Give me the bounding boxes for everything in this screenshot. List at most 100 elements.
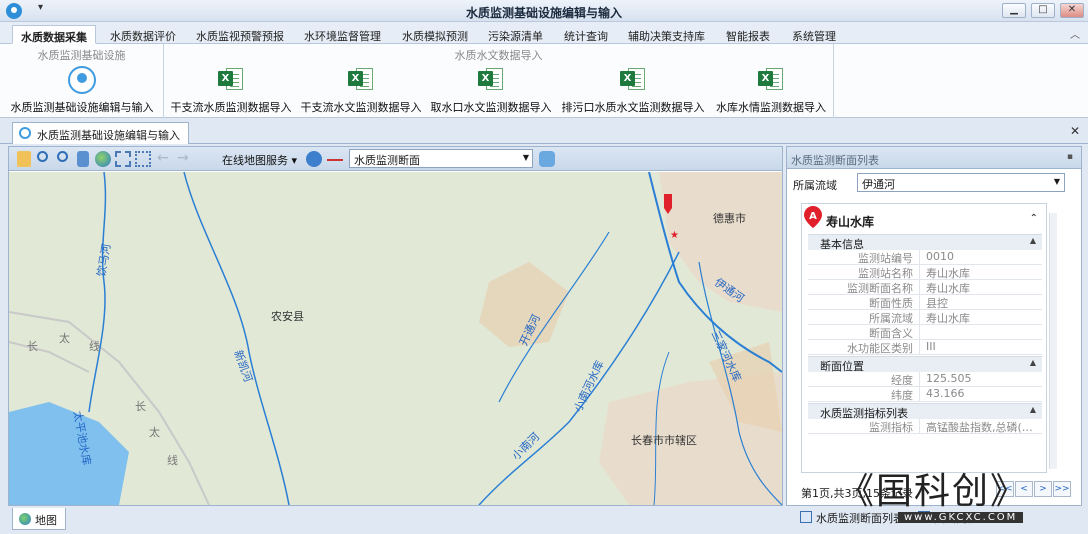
- ribbon-group-title: 水质水文数据导入: [454, 49, 543, 62]
- ribbon-group-infrastructure: 水质监测基础设施 水质监测基础设施编辑与输入: [0, 44, 164, 118]
- button-label: 水质监测基础设施编辑与输入: [10, 101, 154, 114]
- import-reservoir-button[interactable]: X 水库水情监测数据导入: [712, 64, 830, 116]
- map-svg: ★: [9, 172, 782, 505]
- watermark-text: 《国科创》: [838, 471, 1029, 512]
- document-tab[interactable]: 水质监测基础设施编辑与输入: [12, 122, 189, 144]
- full-extent-globe-icon[interactable]: [95, 151, 111, 167]
- place-label: 农安县: [271, 310, 304, 323]
- info-row: 监测断面名称 寿山水库: [808, 280, 1042, 295]
- info-row: 监测站名称 寿山水库: [808, 265, 1042, 280]
- layer-select[interactable]: 水质监测断面 ▼: [349, 149, 533, 168]
- infrastructure-edit-button[interactable]: 水质监测基础设施编辑与输入: [4, 64, 160, 116]
- excel-icon: X: [620, 66, 646, 92]
- close-button[interactable]: ✕: [1060, 3, 1084, 18]
- back-arrow-icon[interactable]: ←: [157, 151, 173, 167]
- station-title: 寿山水库: [826, 215, 875, 229]
- menu-bar: 水质数据采集 水质数据评价 水质监视预警预报 水环境监督管理 水质模拟预测 污染…: [0, 22, 1088, 44]
- place-label: 长春市市辖区: [631, 434, 697, 447]
- excel-icon: X: [758, 66, 784, 92]
- forward-arrow-icon[interactable]: →: [177, 151, 193, 167]
- zoom-out-icon[interactable]: [57, 151, 68, 162]
- button-label: 干支流水文监测数据导入: [300, 101, 422, 114]
- zoom-extent-icon[interactable]: [115, 151, 131, 167]
- window-title: 水质监测基础设施编辑与输入: [465, 6, 622, 20]
- tab-water-simulation[interactable]: 水质模拟预测: [394, 25, 476, 44]
- close-document-icon[interactable]: ✕: [1070, 124, 1080, 138]
- document-tab-label: 水质监测基础设施编辑与输入: [37, 129, 180, 142]
- road-label: 太: [59, 332, 70, 345]
- tab-pollution-list[interactable]: 污染源清单: [480, 25, 551, 44]
- measure-icon[interactable]: [327, 151, 343, 161]
- station-card: A 寿山水库 ⌃ 基本信息 ▲ 监测站编号 0010 监测站名称 寿山水库 监测断面…: [801, 203, 1047, 473]
- map-pin-icon: [19, 127, 31, 139]
- chevron-up-icon: ▲: [1029, 405, 1036, 414]
- pan-hand-icon[interactable]: [17, 151, 31, 167]
- map-panel: ← → 在线地图服务 ▾ 水质监测断面 ▼ ★ 德惠市 农安县 长春市市辖区 长…: [8, 146, 783, 506]
- tab-water-data-collection[interactable]: 水质数据采集: [12, 25, 96, 44]
- collapse-icon[interactable]: ⌃: [1030, 213, 1038, 224]
- section-indicators[interactable]: 水质监测指标列表 ▲: [808, 403, 1042, 420]
- map-canvas[interactable]: ★ 德惠市 农安县 长春市市辖区 长 太 线 长 太 线 饮马河 新凯河 伊通河…: [9, 172, 782, 505]
- layer-select-value: 水质监测断面: [354, 154, 420, 167]
- chevron-down-icon: ▼: [522, 153, 529, 162]
- maximize-button[interactable]: □: [1031, 3, 1055, 18]
- watermark-url: www.GKCXC.COM: [898, 512, 1024, 523]
- tab-water-evaluation[interactable]: 水质数据评价: [102, 25, 184, 44]
- tab-smart-report[interactable]: 智能报表: [718, 25, 778, 44]
- ribbon-group-title: 水质监测基础设施: [37, 49, 126, 62]
- zoom-in-icon[interactable]: [37, 151, 48, 162]
- title-bar: ▾ 水质监测基础设施编辑与输入 ▁ □ ✕: [0, 0, 1088, 22]
- add-layer-icon[interactable]: [539, 151, 555, 167]
- fullscreen-icon[interactable]: [135, 151, 151, 167]
- list-icon: [800, 511, 812, 523]
- section-position[interactable]: 断面位置 ▲: [808, 356, 1042, 373]
- pin-icon[interactable]: ▪: [1067, 152, 1073, 162]
- section-list-panel: 水质监测断面列表 ▪ 所属流域 伊通河 ▼ A 寿山水库 ⌃ 基本信息 ▲ 监测…: [786, 146, 1082, 506]
- info-row: 水功能区类别 III: [808, 340, 1042, 355]
- import-outfall-monitoring-button[interactable]: X 排污口水质水文监测数据导入: [560, 64, 706, 116]
- road-label: 线: [167, 454, 178, 467]
- map-pin-icon: [68, 66, 96, 94]
- online-map-service-dropdown[interactable]: 在线地图服务 ▾: [222, 152, 297, 168]
- road-label: 太: [149, 426, 160, 439]
- excel-icon: X: [218, 66, 244, 92]
- info-row: 所属流域 寿山水库: [808, 310, 1042, 325]
- ribbon-group-data-import: 水质水文数据导入 X 干支流水质监测数据导入 X 干支流水文监测数据导入 X 取…: [164, 44, 834, 118]
- map-marker-icon: A: [804, 206, 822, 228]
- tab-map-label: 地图: [35, 514, 57, 527]
- basin-select-value: 伊通河: [862, 178, 895, 191]
- tab-map[interactable]: 地图: [12, 508, 66, 530]
- globe-icon: [19, 513, 31, 525]
- basin-select[interactable]: 伊通河 ▼: [857, 173, 1065, 192]
- tab-env-supervision[interactable]: 水环境监督管理: [296, 25, 389, 44]
- tab-decision-support[interactable]: 辅助决策支持库: [620, 25, 713, 44]
- chevron-down-icon: ▼: [1053, 177, 1060, 186]
- drag-icon[interactable]: [77, 151, 89, 167]
- panel-title: 水质监测断面列表: [791, 154, 879, 167]
- tab-water-monitor-warning[interactable]: 水质监视预警预报: [188, 25, 292, 44]
- document-tab-bar: 水质监测基础设施编辑与输入 ✕: [0, 118, 1088, 144]
- basin-label: 所属流域: [793, 179, 837, 192]
- button-label: 排污口水质水文监测数据导入: [561, 101, 705, 114]
- ribbon: 水质监测基础设施 水质监测基础设施编辑与输入 水质水文数据导入 X 干支流水质监…: [0, 44, 1088, 118]
- station-star: ★: [670, 230, 679, 241]
- map-toolbar: ← → 在线地图服务 ▾ 水质监测断面 ▼: [9, 147, 782, 171]
- excel-icon: X: [478, 66, 504, 92]
- road-branch: [9, 341, 90, 373]
- info-row: 纬度 43.166: [808, 387, 1042, 402]
- info-icon[interactable]: [306, 151, 322, 167]
- info-row: 断面含义: [808, 325, 1042, 340]
- excel-icon: X: [348, 66, 374, 92]
- card-scrollbar[interactable]: [1049, 213, 1057, 469]
- tab-statistics[interactable]: 统计查询: [556, 25, 616, 44]
- chevron-up-icon: ▲: [1029, 236, 1036, 245]
- import-intake-hydrology-button[interactable]: X 取水口水文监测数据导入: [428, 64, 554, 116]
- section-basic-info[interactable]: 基本信息 ▲: [808, 234, 1042, 251]
- tab-system-management[interactable]: 系统管理: [784, 25, 844, 44]
- import-mainstream-hydrology-button[interactable]: X 干支流水文监测数据导入: [298, 64, 424, 116]
- info-row: 监测指标 高锰酸盐指数,总磷(…: [808, 419, 1042, 434]
- ribbon-collapse-icon[interactable]: ︿: [1070, 26, 1080, 41]
- minimize-button[interactable]: ▁: [1002, 3, 1026, 18]
- import-mainstream-quality-button[interactable]: X 干支流水质监测数据导入: [168, 64, 294, 116]
- panel-header: 水质监测断面列表 ▪: [787, 147, 1081, 169]
